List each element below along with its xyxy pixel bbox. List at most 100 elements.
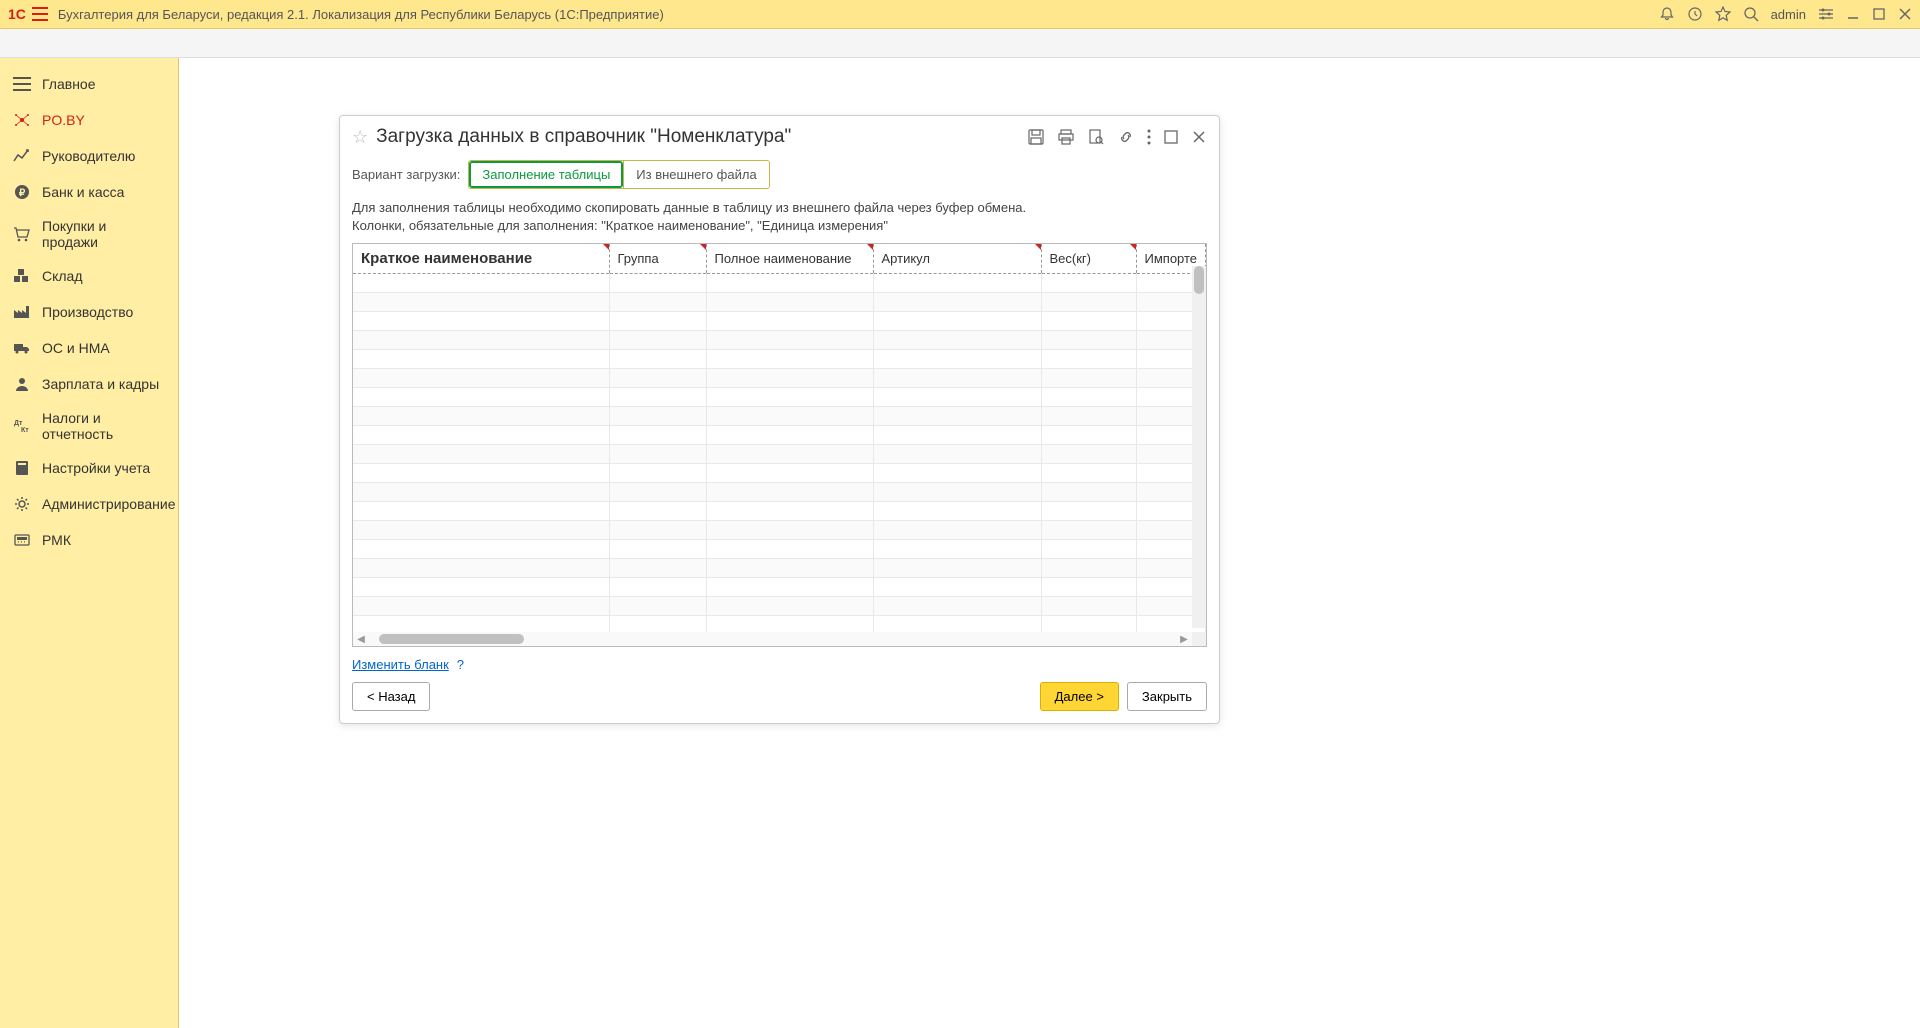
sidebar-item-warehouse[interactable]: Склад [0,258,178,294]
search-icon[interactable] [1743,6,1759,22]
table-row [353,597,1206,616]
bell-icon[interactable] [1659,6,1675,22]
scroll-left-icon[interactable]: ◀ [353,634,369,645]
sidebar-item-assets[interactable]: ОС и НМА [0,330,178,366]
logo-1c: 1C [8,6,26,22]
instructions: Для заполнения таблицы необходимо скопир… [340,197,1219,243]
load-variant-label: Вариант загрузки: [352,167,460,182]
preview-icon[interactable] [1087,128,1105,146]
titlebar: 1C Бухгалтерия для Беларуси, редакция 2.… [0,0,1920,29]
menu-toggle-icon[interactable] [32,7,48,21]
sidebar-item-admin[interactable]: Администрирование [0,486,178,522]
more-icon[interactable] [1147,128,1151,146]
table-row [353,578,1206,597]
back-button[interactable]: < Назад [352,682,430,711]
sidebar-item-label: Налоги и отчетность [42,410,166,442]
register-icon [12,530,32,550]
toolbar-strip [0,29,1920,58]
scroll-right-icon[interactable]: ▶ [1176,634,1192,645]
ruble-icon: ₽ [12,182,32,202]
sidebar-item-label: Банк и касса [42,184,124,200]
form-window: ☆ Загрузка данных в справочник "Номенкла… [339,115,1220,724]
settings-icon[interactable] [1818,6,1834,22]
factory-icon [12,302,32,322]
horizontal-scrollbar[interactable]: ◀ ▶ [353,632,1192,646]
svg-text:Дт: Дт [14,420,23,427]
sidebar-item-label: Зарплата и кадры [42,376,159,392]
form-header: ☆ Загрузка данных в справочник "Номенкла… [340,116,1219,156]
load-variant-row: Вариант загрузки: Заполнение таблицы Из … [340,156,1219,197]
table-row [353,331,1206,350]
change-blank-link[interactable]: Изменить бланк [352,657,449,672]
expand-icon[interactable] [1163,129,1179,145]
content-area: ☆ Загрузка данных в справочник "Номенкла… [179,58,1920,1028]
sidebar-item-label: Покупки и продажи [42,218,166,250]
sidebar-item-rmk[interactable]: РМК [0,522,178,558]
table-row [353,559,1206,578]
maximize-icon[interactable] [1872,7,1886,21]
table-row [353,407,1206,426]
bottom-bar: < Назад Далее > Закрыть [340,676,1219,711]
sidebar-item-taxes[interactable]: ДтКт Налоги и отчетность [0,402,178,450]
poby-icon [12,110,32,130]
truck-icon [12,338,32,358]
table-row [353,483,1206,502]
instructions-line1: Для заполнения таблицы необходимо скопир… [352,199,1207,217]
col-full-name[interactable]: Полное наименование [706,244,873,274]
chart-icon [12,146,32,166]
sidebar-item-sales[interactable]: Покупки и продажи [0,210,178,258]
minimize-icon[interactable] [1846,7,1860,21]
close-form-icon[interactable] [1191,129,1207,145]
sidebar-item-main[interactable]: Главное [0,66,178,102]
svg-text:Кт: Кт [21,427,29,434]
help-icon[interactable]: ? [457,657,464,672]
sidebar-item-payroll[interactable]: Зарплата и кадры [0,366,178,402]
vertical-scrollbar[interactable] [1192,266,1206,628]
favorite-star-icon[interactable]: ☆ [352,127,368,148]
gear-icon [12,494,32,514]
instructions-line2: Колонки, обязательные для заполнения: "К… [352,217,1207,235]
data-table[interactable]: Краткое наименование Группа Полное наиме… [353,244,1206,635]
titlebar-right: admin [1659,6,1912,22]
next-button[interactable]: Далее > [1040,682,1119,711]
person-icon [12,374,32,394]
book-icon [12,458,32,478]
print-icon[interactable] [1057,128,1075,146]
data-table-container: Краткое наименование Группа Полное наиме… [352,243,1207,647]
table-row [353,293,1206,312]
table-row [353,426,1206,445]
sidebar-item-settings[interactable]: Настройки учета [0,450,178,486]
star-icon[interactable] [1715,6,1731,22]
col-group[interactable]: Группа [609,244,706,274]
table-row [353,388,1206,407]
main-layout: Главное PO.BY Руководителю ₽ Банк и касс… [0,58,1920,1028]
col-short-name[interactable]: Краткое наименование [353,244,609,274]
tab-from-file[interactable]: Из внешнего файла [623,161,768,188]
sidebar-item-label: PO.BY [42,112,85,128]
history-icon[interactable] [1687,6,1703,22]
sidebar-item-production[interactable]: Производство [0,294,178,330]
username-label[interactable]: admin [1771,7,1806,22]
sidebar-item-poby[interactable]: PO.BY [0,102,178,138]
dtkt-icon: ДтКт [12,416,32,436]
sidebar-item-bank[interactable]: ₽ Банк и касса [0,174,178,210]
table-body[interactable] [353,274,1206,635]
sidebar-item-label: Склад [42,268,83,284]
form-header-icons [1027,128,1207,146]
tab-fill-table[interactable]: Заполнение таблицы [469,161,623,188]
table-row [353,274,1206,293]
save-icon[interactable] [1027,128,1045,146]
app-title: Бухгалтерия для Беларуси, редакция 2.1. … [58,7,1659,22]
table-row [353,369,1206,388]
sidebar-item-manager[interactable]: Руководителю [0,138,178,174]
links-row: Изменить бланк ? [340,647,1219,676]
menu-lines-icon [12,74,32,94]
link-icon[interactable] [1117,128,1135,146]
close-icon[interactable] [1898,7,1912,21]
close-button[interactable]: Закрыть [1127,682,1207,711]
col-article[interactable]: Артикул [873,244,1041,274]
sidebar: Главное PO.BY Руководителю ₽ Банк и касс… [0,58,179,1028]
col-weight[interactable]: Вес(кг) [1041,244,1136,274]
variant-tab-group: Заполнение таблицы Из внешнего файла [468,160,769,189]
sidebar-item-label: Руководителю [42,148,135,164]
